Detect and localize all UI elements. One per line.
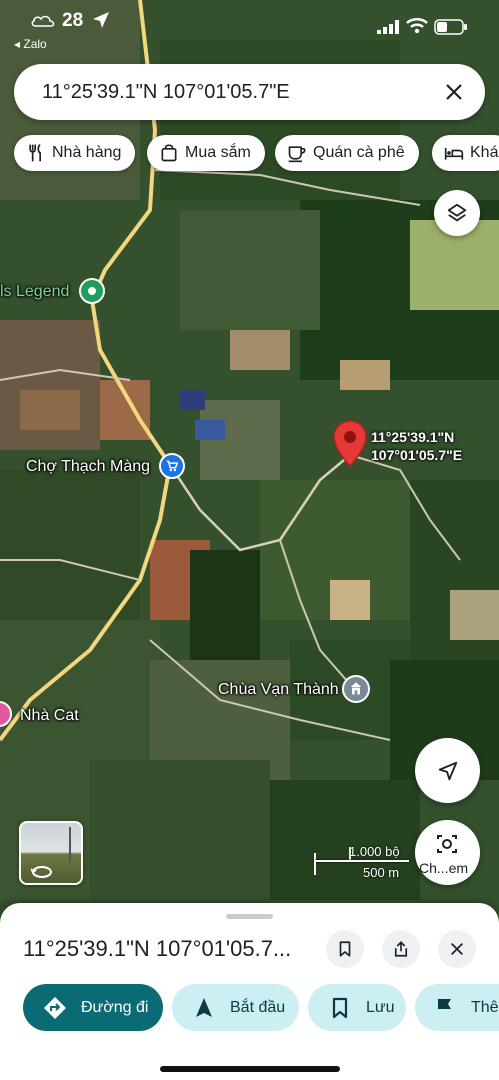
- start-label: Bắt đầu: [230, 998, 286, 1016]
- wifi-icon: [406, 18, 428, 34]
- pagoda-poi-marker[interactable]: [342, 675, 370, 703]
- battery-icon: [434, 19, 467, 35]
- status-time: 28: [62, 10, 84, 31]
- coffee-cup-icon: [288, 146, 306, 163]
- bed-icon: [444, 148, 464, 160]
- search-query-text[interactable]: 11°25'39.1"N 107°01'05.7"E: [42, 81, 290, 104]
- camera-lens-icon: [437, 835, 457, 853]
- chip-label: Quán cà phê: [313, 144, 405, 161]
- save-label: Lưu: [366, 998, 395, 1016]
- pagoda-poi-label[interactable]: Chùa Vạn Thành: [218, 681, 339, 699]
- dot-icon: [88, 287, 96, 295]
- my-location-button[interactable]: [415, 738, 480, 803]
- shopping-cart-icon: [166, 460, 179, 472]
- close-icon[interactable]: [442, 80, 466, 104]
- chip-coffee[interactable]: Quán cà phê: [275, 135, 419, 171]
- scale-meters-label: 500 m: [363, 865, 400, 880]
- chip-restaurants[interactable]: Nhà hàng: [14, 135, 136, 171]
- map-scale: 1.000 bộ 500 m: [314, 843, 409, 880]
- chip-label: Nhà hàng: [52, 144, 122, 161]
- share-icon: [394, 941, 408, 957]
- navigation-arrow-icon: [196, 997, 212, 1017]
- lens-search-button[interactable]: Ch...em: [415, 820, 480, 885]
- market-poi-marker[interactable]: [159, 453, 185, 479]
- place-title: 11°25'39.1"N 107°01'05.7...: [23, 936, 292, 961]
- pin-latitude: 11°25'39.1"N: [371, 429, 455, 445]
- search-bar[interactable]: 11°25'39.1"N 107°01'05.7"E: [14, 64, 485, 120]
- pin-coordinates-label: 11°25'39.1"N 107°01'05.7"E: [371, 428, 462, 464]
- pole: [69, 827, 71, 863]
- chip-label: Mua sắm: [185, 144, 251, 161]
- shopping-bag-icon: [161, 144, 177, 162]
- bookmark-icon: [339, 941, 351, 957]
- cellular-signal-icon: [377, 20, 399, 34]
- layers-icon: [447, 203, 467, 222]
- location-arrow-icon: [93, 12, 109, 28]
- chip-label: Khá: [470, 144, 499, 161]
- close-icon: [451, 943, 463, 955]
- close-sheet-button[interactable]: [438, 930, 476, 968]
- start-button[interactable]: Bắt đầu: [172, 984, 299, 1031]
- flag-icon: [438, 998, 451, 1018]
- legend-poi-label[interactable]: ls Legend: [0, 283, 69, 301]
- rotate-360-icon: [31, 866, 52, 878]
- label-button-label: Thên: [471, 998, 499, 1016]
- temple-icon: [350, 682, 362, 695]
- chip-shopping[interactable]: Mua sắm: [147, 135, 265, 171]
- share-icon-button[interactable]: [382, 930, 420, 968]
- directions-button[interactable]: Đường đi: [23, 984, 163, 1031]
- back-to-app-link[interactable]: ◂ Zalo: [14, 37, 47, 51]
- drag-handle[interactable]: [226, 914, 273, 919]
- directions-label: Đường đi: [81, 998, 149, 1016]
- legend-poi-marker[interactable]: [79, 278, 105, 304]
- pin-longitude: 107°01'05.7"E: [371, 447, 463, 463]
- home-indicator: [160, 1066, 340, 1072]
- place-bottom-sheet[interactable]: 11°25'39.1"N 107°01'05.7... Đường đi Bắt…: [0, 903, 499, 1080]
- scale-feet-label: 1.000 bộ: [349, 844, 400, 859]
- save-icon-button[interactable]: [326, 930, 364, 968]
- status-bar: 28 ◂ Zalo: [0, 0, 499, 51]
- nha-cat-poi-label[interactable]: Nhà Cat: [20, 707, 79, 725]
- street-view-thumbnail[interactable]: [19, 821, 83, 885]
- navigation-arrow-icon: [438, 761, 457, 780]
- market-poi-label[interactable]: Chợ Thạch Màng: [26, 458, 150, 476]
- dropped-pin-icon[interactable]: [333, 420, 367, 468]
- cloud-icon: [31, 15, 55, 27]
- chip-hotels[interactable]: Khá: [432, 135, 499, 171]
- lens-button-label: Ch...em: [419, 860, 469, 876]
- label-button[interactable]: Thên: [415, 984, 499, 1031]
- layers-button[interactable]: [434, 190, 480, 236]
- save-button[interactable]: Lưu: [308, 984, 406, 1031]
- bookmark-icon: [332, 997, 348, 1018]
- directions-icon: [44, 996, 66, 1019]
- fork-knife-icon: [29, 143, 41, 162]
